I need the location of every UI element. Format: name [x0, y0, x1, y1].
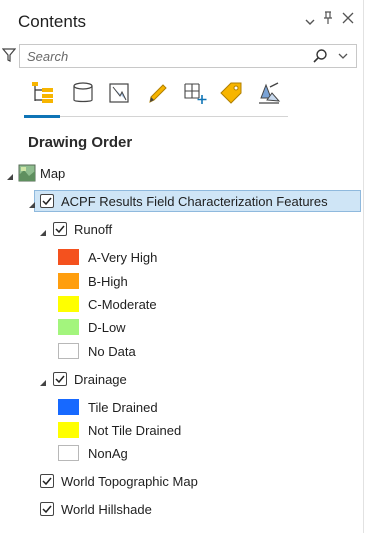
list-by-snapping-icon[interactable] — [180, 78, 210, 108]
runoff-visibility-checkbox[interactable] — [53, 222, 67, 236]
contents-toolbar — [0, 76, 363, 120]
tree-item-label: World Topographic Map — [61, 474, 198, 489]
legend-label: C-Moderate — [88, 297, 157, 312]
layer-visibility-checkbox[interactable] — [40, 502, 54, 516]
close-icon[interactable] — [342, 12, 354, 27]
legend-label: Not Tile Drained — [88, 423, 182, 438]
search-options-chevron-down-icon[interactable] — [337, 49, 349, 63]
drainage-visibility-checkbox[interactable] — [53, 372, 67, 386]
list-by-perspective-imagery-icon[interactable] — [254, 78, 284, 108]
map-icon — [18, 164, 36, 185]
pane-right-border — [363, 0, 364, 533]
legend-label: NonAg — [88, 446, 128, 461]
tree-item-label: Drainage — [74, 372, 127, 387]
list-by-selection-icon[interactable] — [104, 78, 134, 108]
list-by-editing-pencil-icon[interactable] — [142, 78, 172, 108]
tree-item-label: World Hillshade — [61, 502, 152, 517]
pane-title: Contents — [18, 12, 87, 31]
legend-label: D-Low — [88, 320, 126, 335]
toolbar-divider — [24, 116, 288, 117]
expand-caret-icon[interactable] — [39, 225, 49, 236]
search-input[interactable] — [27, 48, 287, 64]
list-by-labeling-tag-icon[interactable] — [216, 78, 246, 108]
legend-swatch — [58, 399, 79, 415]
pin-icon[interactable] — [323, 11, 333, 28]
drawing-order-heading: Drawing Order — [28, 134, 133, 151]
active-tool-indicator — [24, 115, 60, 118]
expand-caret-icon[interactable] — [6, 169, 16, 180]
legend-swatch — [58, 296, 79, 312]
search-box[interactable] — [19, 44, 357, 68]
tree-item-label: Runoff — [74, 222, 113, 237]
tree-item-label: ACPF Results Field Characterization Feat… — [61, 194, 328, 209]
contents-pane: Contents Search Drawing Order Map ACPF R… — [0, 0, 363, 533]
list-by-drawing-order-icon[interactable] — [28, 78, 58, 108]
legend-label: No Data — [88, 344, 136, 359]
legend-swatch — [58, 343, 79, 359]
tree-item-label: Map — [40, 166, 66, 181]
filter-icon[interactable] — [1, 47, 17, 63]
legend-label: A-Very High — [88, 250, 158, 265]
expand-caret-icon[interactable] — [28, 197, 38, 208]
expand-caret-icon[interactable] — [39, 375, 49, 386]
legend-swatch — [58, 319, 79, 335]
legend-label: B-High — [88, 274, 128, 289]
pane-title-bar: Contents — [0, 0, 363, 42]
legend-swatch — [58, 249, 79, 265]
search-icon[interactable] — [312, 48, 328, 64]
layer-visibility-checkbox[interactable] — [40, 474, 54, 488]
list-by-data-source-icon[interactable] — [68, 78, 98, 108]
layer-visibility-checkbox[interactable] — [40, 194, 54, 208]
pane-options-dropdown-icon[interactable] — [305, 14, 315, 29]
legend-swatch — [58, 445, 79, 461]
legend-swatch — [58, 422, 79, 438]
search-row — [0, 42, 363, 72]
legend-label: Tile Drained — [88, 400, 158, 415]
legend-swatch — [58, 273, 79, 289]
